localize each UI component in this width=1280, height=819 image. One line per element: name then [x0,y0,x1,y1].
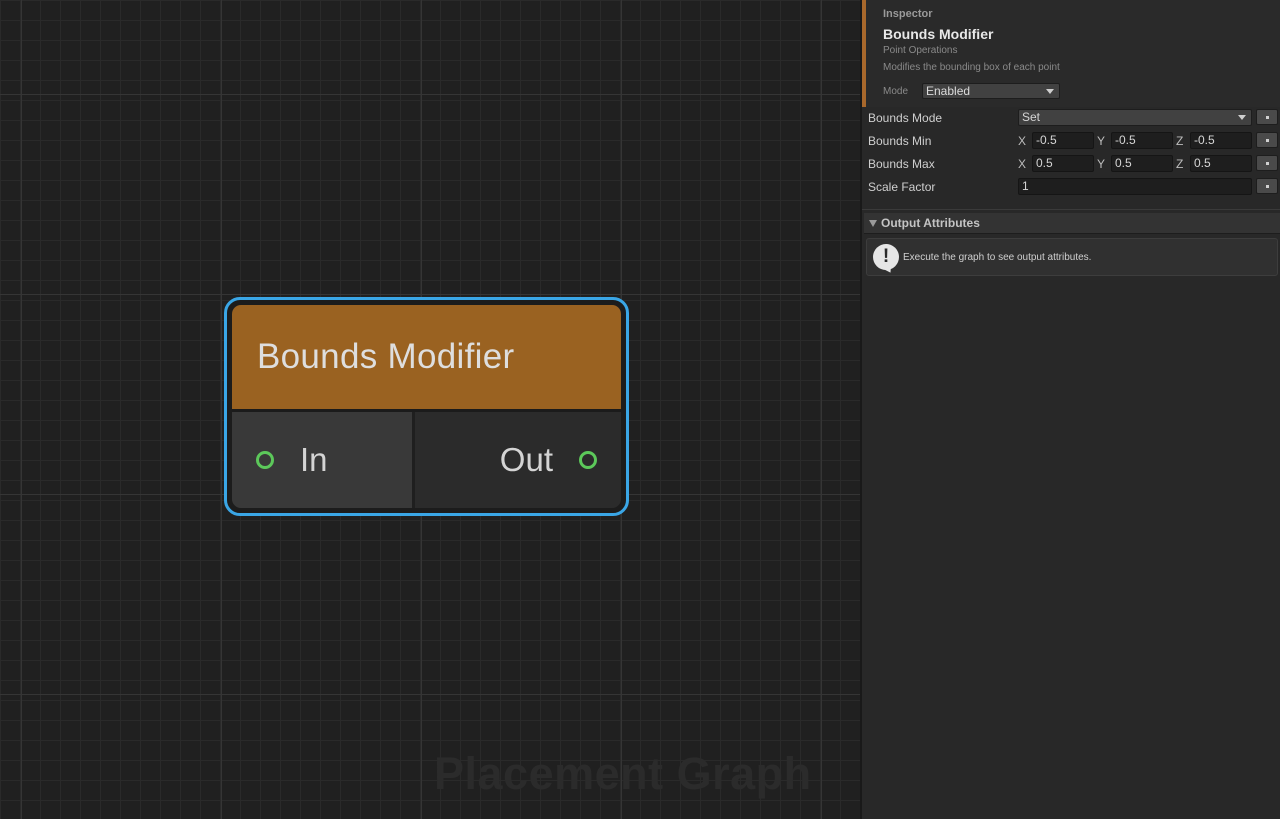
output-attributes-info: ! Execute the graph to see output attrib… [866,238,1278,276]
node-title: Bounds Modifier [257,337,515,376]
bounds-max-z-field[interactable]: 0.5 [1190,155,1252,172]
inspector-panel: Inspector Bounds Modifier Point Operatio… [860,0,1280,819]
output-port-label: Out [499,441,553,478]
property-bounds-max: Bounds Max X 0.5 Y 0.5 Z 0.5 [862,154,1280,174]
bounds-min-y-value: -0.5 [1115,133,1136,147]
inspector-node-title: Bounds Modifier [883,26,994,42]
property-scale-factor: Scale Factor 1 [862,177,1280,197]
bounds-max-z-value: 0.5 [1194,156,1211,170]
properties-list: Bounds Mode Set Bounds Min X -0.5 Y -0.5… [862,107,1280,207]
bounds-modifier-node[interactable]: Bounds Modifier In Out [224,297,629,516]
scale-factor-value: 1 [1022,179,1029,193]
bounds-max-x-field[interactable]: 0.5 [1032,155,1094,172]
bounds-min-z-value: -0.5 [1194,133,1215,147]
axis-y-label: Y [1097,157,1106,171]
bounds-mode-value: Set [1022,110,1041,124]
bounds-mode-label: Bounds Mode [868,111,943,125]
bounds-max-label: Bounds Max [868,157,935,171]
bounds-min-label: Bounds Min [868,134,932,148]
output-attributes-message: Execute the graph to see output attribut… [903,252,1092,263]
output-attributes-title: Output Attributes [881,216,980,230]
bounds-min-x-field[interactable]: -0.5 [1032,132,1094,149]
output-port[interactable]: Out [415,412,621,508]
bounds-max-y-field[interactable]: 0.5 [1111,155,1173,172]
scale-factor-reset-button[interactable] [1256,178,1278,194]
bounds-min-x-value: -0.5 [1036,133,1057,147]
inspector-heading: Inspector [883,8,933,20]
inspector-header: Inspector Bounds Modifier Point Operatio… [862,0,1280,107]
property-bounds-min: Bounds Min X -0.5 Y -0.5 Z -0.5 [862,131,1280,151]
bounds-min-z-field[interactable]: -0.5 [1190,132,1252,149]
bounds-min-reset-button[interactable] [1256,132,1278,148]
app-root: Placement Graph Bounds Modifier In Out I… [0,0,1280,819]
bounds-max-y-value: 0.5 [1115,156,1132,170]
mode-dropdown[interactable]: Enabled [922,83,1060,99]
bounds-max-x-value: 0.5 [1036,156,1053,170]
bounds-min-y-field[interactable]: -0.5 [1111,132,1173,149]
bounds-mode-reset-button[interactable] [1256,109,1278,125]
node-header[interactable]: Bounds Modifier [232,305,621,412]
axis-z-label: Z [1176,134,1184,148]
node-body: In Out [232,412,621,508]
section-divider [862,209,1280,210]
mode-label: Mode [883,86,909,97]
axis-x-label: X [1018,157,1027,171]
axis-z-label: Z [1176,157,1184,171]
exclamation-icon: ! [873,244,899,270]
scale-factor-label: Scale Factor [868,180,936,194]
input-port-connector-icon[interactable] [256,451,274,469]
axis-y-label: Y [1097,134,1106,148]
property-bounds-mode: Bounds Mode Set [862,108,1280,128]
output-attributes-header[interactable]: Output Attributes [864,213,1280,234]
input-port-label: In [300,441,328,478]
mode-dropdown-value: Enabled [926,84,971,98]
node-frame: Bounds Modifier In Out [232,305,621,508]
graph-watermark: Placement Graph [434,748,812,799]
chevron-down-icon [1238,115,1246,120]
inspector-node-description: Modifies the bounding box of each point [883,62,1060,73]
chevron-down-icon [1046,89,1054,94]
input-port[interactable]: In [232,412,415,508]
bounds-mode-dropdown[interactable]: Set [1018,109,1252,126]
output-port-connector-icon[interactable] [579,451,597,469]
triangle-down-icon[interactable] [869,220,877,227]
axis-x-label: X [1018,134,1027,148]
scale-factor-field[interactable]: 1 [1018,178,1252,195]
bounds-max-reset-button[interactable] [1256,155,1278,171]
inspector-node-category: Point Operations [883,45,958,56]
graph-canvas[interactable]: Placement Graph Bounds Modifier In Out [0,0,860,819]
